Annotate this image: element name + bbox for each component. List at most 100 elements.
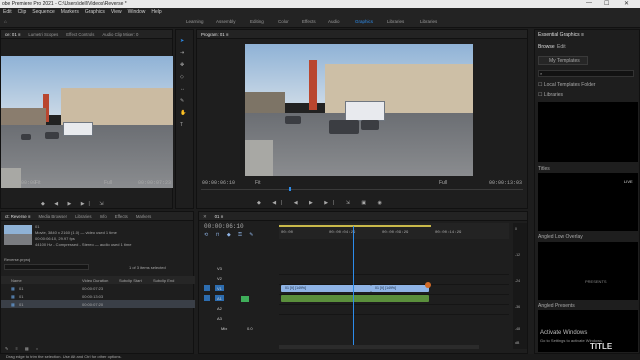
razor-tool-icon[interactable]: ◇ xyxy=(180,74,184,80)
workspace-graphics[interactable]: Graphics xyxy=(355,19,373,24)
program-transport-controls[interactable]: ◆ ◀| ◀ ▶ ▶| ⇲ ▣ ◉ xyxy=(257,200,387,206)
solo-toggle-a1[interactable] xyxy=(241,296,249,302)
tab-project[interactable]: ct: Reverse ≡ xyxy=(1,212,34,220)
menu-markers[interactable]: Markers xyxy=(58,8,82,15)
project-file-name: Reverse.prproj xyxy=(4,257,31,262)
program-timecode-current[interactable]: 00:00:06:10 xyxy=(202,180,235,186)
menu-sequence[interactable]: Sequence xyxy=(29,8,58,15)
workspace-learning[interactable]: Learning xyxy=(186,19,204,24)
master-volume[interactable]: 0.0 xyxy=(247,326,253,331)
project-search-input[interactable] xyxy=(4,264,89,270)
menu-view[interactable]: View xyxy=(108,8,125,15)
source-video-frame[interactable] xyxy=(1,56,173,188)
tab-lumetri-scopes[interactable]: Lumetri Scopes xyxy=(24,30,62,38)
workspace-libraries-2[interactable]: Libraries xyxy=(420,19,437,24)
video-clip[interactable]: 01 [V] [149%] xyxy=(281,285,371,292)
menu-edit[interactable]: Edit xyxy=(0,8,15,15)
template-preview-2[interactable]: LIVE xyxy=(538,173,638,231)
source-patch-a1[interactable] xyxy=(204,295,210,301)
type-tool-icon[interactable]: T xyxy=(180,122,183,128)
work-area-bar[interactable] xyxy=(279,225,431,227)
tab-info[interactable]: Info xyxy=(96,212,111,220)
source-timecode-duration: 00:00:07:23 xyxy=(138,180,172,186)
tab-edit[interactable]: Edit xyxy=(557,44,566,50)
maximize-button[interactable]: ☐ xyxy=(604,0,609,7)
workspace-audio[interactable]: Audio xyxy=(328,19,340,24)
workspace-effects[interactable]: Effects xyxy=(302,19,316,24)
templates-search-input[interactable]: ⌕ xyxy=(538,70,634,77)
source-resolution-dropdown[interactable]: Full xyxy=(104,180,112,186)
template-preview-1[interactable] xyxy=(538,102,638,162)
row-duration: 00:00:07:20 xyxy=(82,302,104,307)
slip-tool-icon[interactable]: ↔ xyxy=(180,86,185,92)
source-transport-controls[interactable]: ◆ ◀ ▶ ▶| ⇲ xyxy=(41,201,107,207)
track-v2[interactable]: V2 xyxy=(217,276,222,281)
sequence-icon: ▦ xyxy=(11,286,15,291)
menu-clip[interactable]: Clip xyxy=(15,8,30,15)
selection-tool-icon[interactable]: ➤ xyxy=(180,38,184,44)
close-button[interactable]: ✕ xyxy=(624,0,629,7)
close-icon[interactable]: ✕ xyxy=(199,212,211,220)
program-scrubber[interactable] xyxy=(201,189,523,190)
tab-sequence[interactable]: 01 ≡ xyxy=(211,212,227,220)
hand-tool-icon[interactable]: ✋ xyxy=(180,110,186,116)
column-name[interactable]: Name xyxy=(11,278,22,283)
column-subclip-start[interactable]: Subclip Start xyxy=(119,278,142,283)
menu-window[interactable]: Window xyxy=(125,8,149,15)
audio-clip[interactable] xyxy=(281,295,429,302)
video-clip[interactable]: 01 [V] [149%] xyxy=(371,285,429,292)
timeline-timecode[interactable]: 00:00:06:10 xyxy=(204,223,244,230)
track-a2[interactable]: A2 xyxy=(217,306,222,311)
tab-program[interactable]: Program: 01 ≡ xyxy=(197,30,232,38)
program-resolution-dropdown[interactable]: Full xyxy=(439,180,447,186)
source-fit-dropdown[interactable]: Fit xyxy=(35,180,41,186)
workspace-libraries[interactable]: Libraries xyxy=(387,19,404,24)
timeline-playhead[interactable] xyxy=(353,226,354,346)
ripple-edit-tool-icon[interactable]: ✥ xyxy=(180,62,184,68)
tab-media-browser[interactable]: Media Browser xyxy=(34,212,71,220)
tab-browse[interactable]: Browse xyxy=(538,44,555,50)
workspace-editing[interactable]: Editing xyxy=(250,19,264,24)
my-templates-button[interactable]: My Templates xyxy=(538,56,588,65)
tab-source[interactable]: ce: 01 ≡ xyxy=(1,30,24,38)
source-patch-v1[interactable] xyxy=(204,285,210,291)
table-row[interactable]: ▦ 01 00:00:07:23 xyxy=(1,284,195,292)
track-a3[interactable]: A3 xyxy=(217,316,222,321)
source-panel: ce: 01 ≡ Lumetri Scopes Effect Controls Aud… xyxy=(0,29,173,209)
tab-effects[interactable]: Effects xyxy=(111,212,132,220)
clip-thumbnail[interactable] xyxy=(4,225,32,245)
workspace-assembly[interactable]: Assembly xyxy=(216,19,236,24)
minimize-button[interactable]: — xyxy=(586,0,592,6)
video-clip-label: 01 [V] [149%] xyxy=(375,286,397,290)
column-video-duration[interactable]: Video Duration xyxy=(82,278,108,283)
timeline-ruler[interactable]: 00:00 00:00:04:29 00:00:09:29 00:00:14:2… xyxy=(279,223,509,239)
program-video-frame[interactable] xyxy=(245,44,473,176)
timeline-tool-icons[interactable]: ⟲ ⊓ ◆ ⚿ ✎ xyxy=(204,232,257,238)
tab-libraries[interactable]: Libraries xyxy=(71,212,95,220)
libraries-checkbox[interactable]: ☐ Libraries xyxy=(538,92,563,98)
tab-effect-controls[interactable]: Effect Controls xyxy=(62,30,98,38)
pen-tool-icon[interactable]: ✎ xyxy=(180,98,184,104)
local-templates-checkbox[interactable]: ☐ Local Templates Folder xyxy=(538,82,595,88)
track-a1[interactable]: A1 xyxy=(217,296,222,301)
tab-audio-clip-mixer[interactable]: Audio Clip Mixer: 0 xyxy=(98,30,142,38)
track-select-tool-icon[interactable]: ⇥ xyxy=(180,50,184,56)
table-row[interactable]: ▦ 01 00:00:13:03 xyxy=(1,292,195,300)
track-v1[interactable]: V1 xyxy=(217,286,222,291)
source-timecode-current[interactable]: 00:00:00:00 xyxy=(3,180,36,186)
program-playhead[interactable] xyxy=(289,187,291,191)
table-row-selected[interactable]: ▦ 01 00:00:07:20 xyxy=(1,300,195,308)
tab-markers[interactable]: Markers xyxy=(132,212,156,220)
column-subclip-end[interactable]: Subclip End xyxy=(153,278,174,283)
menu-help[interactable]: Help xyxy=(148,8,164,15)
track-v3[interactable]: V3 xyxy=(217,266,222,271)
track-area[interactable]: 01 [V] [149%] 01 [V] [149%] xyxy=(279,264,509,334)
project-footer-tools[interactable]: ✎ ≡ ▦ ○ xyxy=(5,346,41,351)
home-icon[interactable]: ⌂ xyxy=(4,19,7,24)
program-fit-dropdown[interactable]: Fit xyxy=(255,180,261,186)
template-preview-3[interactable]: PRESENTS xyxy=(538,242,638,300)
trim-handle[interactable] xyxy=(425,282,431,288)
workspace-color[interactable]: Color xyxy=(278,19,289,24)
timeline-scrollbar[interactable] xyxy=(279,345,479,349)
menu-graphics[interactable]: Graphics xyxy=(82,8,108,15)
